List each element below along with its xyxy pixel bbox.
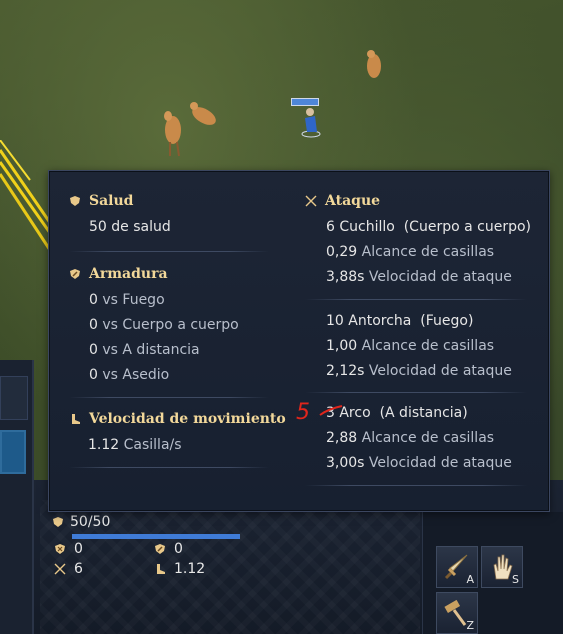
ability-hotkey: Z xyxy=(466,619,474,632)
deer-unit[interactable] xyxy=(362,48,386,84)
divider xyxy=(69,467,269,468)
ability-hotkey: S xyxy=(512,573,519,586)
divider xyxy=(305,485,527,486)
weapon-damage: 3 Arco (A distancia) xyxy=(326,405,468,421)
armor-line: 0 vs Fuego xyxy=(89,292,165,308)
weapon-speed: 3,88s Velocidad de ataque xyxy=(326,269,512,285)
divider xyxy=(305,299,527,300)
hud-armor-right-value: 0 xyxy=(174,541,183,557)
weapon-speed: 2,12s Velocidad de ataque xyxy=(326,363,512,379)
divider xyxy=(69,251,269,252)
armor-shield-icon xyxy=(155,544,165,554)
hud-armor-left-value: 0 xyxy=(74,541,83,557)
crossed-swords-icon xyxy=(54,563,66,575)
attack-ability-button[interactable]: A xyxy=(436,546,478,588)
armor-line: 0 vs Asedio xyxy=(89,367,170,383)
armor-shield-icon xyxy=(70,269,80,279)
ability-hotkey: A xyxy=(466,573,474,586)
armor-section-title: Armadura xyxy=(69,266,168,282)
villager-unit[interactable] xyxy=(300,104,322,138)
hud-speed-value: 1.12 xyxy=(174,561,206,577)
armor-line: 0 vs A distancia xyxy=(89,342,200,358)
divider xyxy=(69,397,269,398)
weapon-range: 2,88 Alcance de casillas xyxy=(326,430,495,446)
health-value: 50 de salud xyxy=(89,219,171,235)
hud-attack-value: 6 xyxy=(74,561,83,577)
speed-section-title: Velocidad de movimiento xyxy=(69,411,286,427)
hud-armor-left: 0 xyxy=(54,541,83,557)
weapon-range: 0,29 Alcance de casillas xyxy=(326,244,495,260)
hud-health-bar xyxy=(72,534,240,539)
hud-armor-right: 0 xyxy=(154,541,183,557)
armor-shield-icon xyxy=(55,544,65,554)
attack-section-title: Ataque xyxy=(305,193,380,209)
boot-icon xyxy=(157,564,165,574)
heart-shield-icon xyxy=(53,517,63,527)
health-section-title: Salud xyxy=(69,193,133,209)
side-panel-button[interactable] xyxy=(0,376,28,420)
hud-speed: 1.12 xyxy=(154,561,205,577)
speed-value: 1.12 Casilla/s xyxy=(88,437,182,453)
hud-health: 50/50 xyxy=(52,514,110,530)
armor-line: 0 vs Cuerpo a cuerpo xyxy=(89,317,239,333)
annotation-strike xyxy=(319,405,343,416)
weapon-damage: 6 Cuchillo (Cuerpo a cuerpo) xyxy=(326,219,531,235)
crossed-swords-icon xyxy=(305,195,317,207)
weapon-speed: 3,00s Velocidad de ataque xyxy=(326,455,512,471)
annotation-mark: 5 xyxy=(296,400,310,425)
side-panel-selected-button[interactable] xyxy=(0,430,26,474)
hud-attack: 6 xyxy=(54,561,83,577)
deer-unit[interactable] xyxy=(188,100,220,132)
heart-shield-icon xyxy=(70,196,80,206)
stop-ability-button[interactable]: S xyxy=(481,546,523,588)
weapon-range: 1,00 Alcance de casillas xyxy=(326,338,495,354)
hud-health-value: 50/50 xyxy=(70,514,111,530)
divider xyxy=(305,392,527,393)
build-ability-button[interactable]: Z xyxy=(436,592,478,634)
deer-unit[interactable] xyxy=(158,108,188,158)
unit-stats-tooltip: Salud 50 de salud Armadura 0 vs Fuego 0 … xyxy=(48,170,550,512)
boot-icon xyxy=(72,414,80,424)
weapon-damage: 10 Antorcha (Fuego) xyxy=(326,313,474,329)
